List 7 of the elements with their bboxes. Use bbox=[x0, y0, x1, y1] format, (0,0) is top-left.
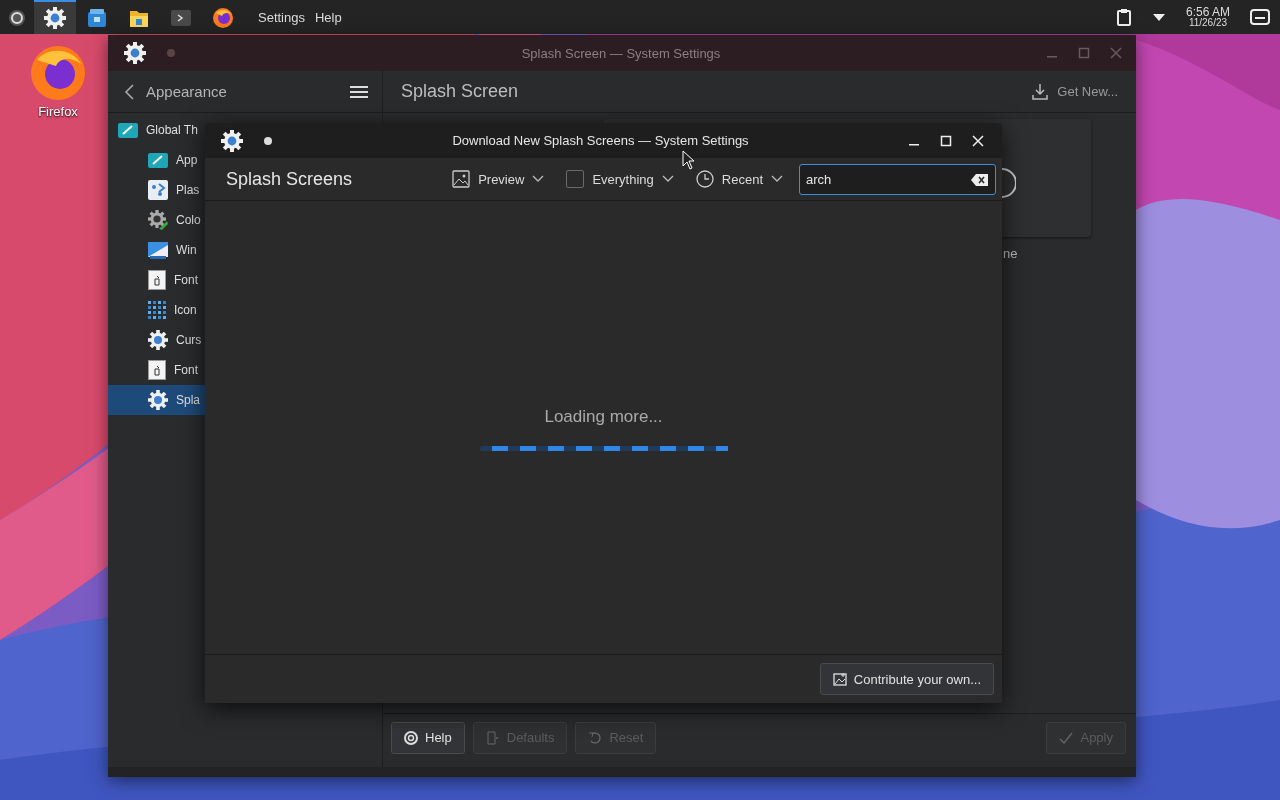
sidebar-title: Appearance bbox=[146, 83, 228, 100]
page-title: Splash Screen bbox=[401, 81, 520, 102]
theme-label: ne bbox=[1003, 246, 1018, 261]
dialog-heading: Splash Screens bbox=[226, 168, 353, 190]
window-title: Download New Splash Screens — System Settings bbox=[451, 133, 750, 148]
window-title: Splash Screen — System Settings bbox=[520, 45, 722, 61]
loading-text: Loading more... bbox=[544, 407, 663, 427]
